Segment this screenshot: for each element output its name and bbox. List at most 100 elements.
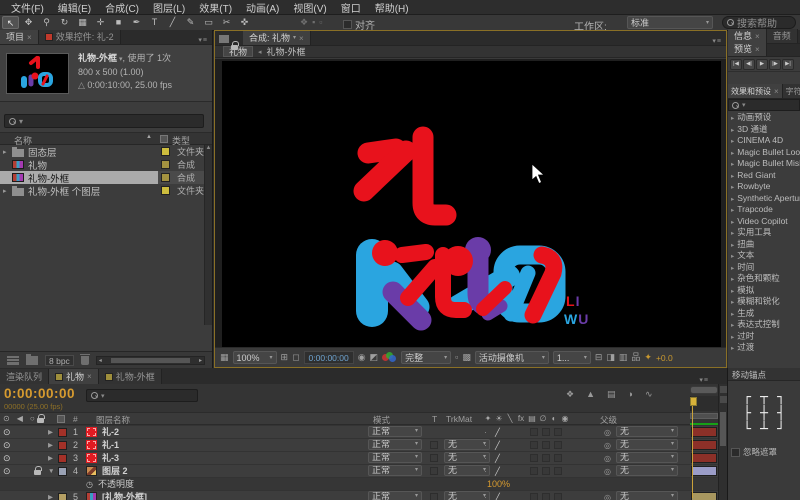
label-color-chip[interactable] — [58, 454, 67, 463]
project-scrollbar[interactable]: ▲ — [204, 145, 212, 325]
label-color-chip[interactable] — [161, 147, 170, 156]
project-column-header[interactable]: 名称 ▲ 类型 — [0, 132, 212, 146]
camera-tool[interactable]: ▦ — [74, 16, 91, 29]
switch-cell[interactable] — [542, 493, 550, 500]
layer-row[interactable]: ⊙ ▶ 3 礼-3 正常 ▾ 无 ▾ · ╱ ◎ 无 ▾ — [0, 452, 718, 465]
expand-arrow[interactable]: ▼ — [48, 465, 54, 478]
pen-tool[interactable]: ✒ — [128, 16, 145, 29]
rotation-tool[interactable]: ↻ — [56, 16, 73, 29]
parent-pickwhip-icon[interactable]: ◎ — [604, 465, 611, 478]
anchor-position-button[interactable]: ┴ — [756, 422, 773, 438]
grid-options-button[interactable]: ⊞ — [281, 351, 289, 364]
tab-timeline-comp1[interactable]: 礼物 × — [49, 369, 99, 384]
visibility-toggle[interactable]: ⊙ — [3, 439, 11, 452]
camera-dropdown[interactable]: 活动摄像机 ▾ — [474, 351, 549, 364]
category-item[interactable]: ▸ 时间 — [728, 262, 800, 274]
region-of-interest-button[interactable]: ▫ — [455, 351, 458, 364]
menu-item[interactable]: 合成(C) — [98, 0, 146, 15]
visibility-toggle[interactable]: ⊙ — [3, 426, 11, 439]
quality-switch[interactable]: ╱ — [495, 465, 500, 478]
label-color-chip[interactable] — [58, 493, 67, 500]
menu-item[interactable]: 动画(A) — [239, 0, 286, 15]
switch-cell[interactable] — [530, 454, 538, 462]
tab-character[interactable]: 字符 — [782, 84, 800, 98]
blend-mode-dropdown[interactable]: 正常 ▾ — [368, 439, 422, 450]
quality-switch[interactable]: ╱ — [495, 426, 500, 439]
switch-cell[interactable] — [554, 493, 562, 500]
category-item[interactable]: ▸ Rowbyte — [728, 181, 800, 193]
switch-cell[interactable] — [542, 454, 550, 462]
expand-arrow[interactable]: ▶ — [48, 426, 53, 439]
expand-arrow[interactable]: ▶ — [48, 452, 53, 465]
menu-item[interactable]: 帮助(H) — [368, 0, 416, 15]
label-color-chip[interactable] — [58, 428, 67, 437]
preserve-transparency-checkbox[interactable] — [430, 467, 438, 475]
anchor-position-button[interactable]: ┘ — [773, 422, 790, 438]
anchor-position-button[interactable]: ┬ — [756, 390, 773, 406]
text-tool[interactable]: T — [146, 16, 163, 29]
interpret-footage-icon[interactable] — [7, 355, 19, 365]
menu-item[interactable]: 效果(T) — [192, 0, 239, 15]
composition-viewport[interactable]: LI WU — [215, 59, 726, 348]
panel-menu-icon[interactable]: ▾≡ — [194, 36, 212, 44]
tab-preview[interactable]: 预览 × — [728, 42, 767, 56]
playhead-marker[interactable] — [690, 397, 697, 406]
zoom-tool[interactable]: ⚲ — [38, 16, 55, 29]
parent-pickwhip-icon[interactable]: ◎ — [604, 426, 611, 439]
category-item[interactable]: ▸ 过时 — [728, 331, 800, 343]
anchor-position-button[interactable]: ┤ — [773, 406, 790, 422]
tab-composition-viewer[interactable]: 合成: 礼物 ▾ × — [243, 31, 311, 45]
layer-name[interactable]: 礼-2 — [102, 426, 119, 439]
stopwatch-icon[interactable]: ◷ — [86, 478, 93, 491]
pan-behind-tool[interactable]: ✛ — [92, 16, 109, 29]
first-frame-button[interactable]: |◀ — [730, 58, 742, 70]
category-item[interactable]: ▸ Trapcode — [728, 204, 800, 216]
layer-row[interactable]: ▶ 5 [礼物-外框] 正常 ▾ 无 ▾ · ╱ ◎ 无 ▾ — [0, 491, 718, 500]
parent-dropdown[interactable]: 无 ▾ — [616, 465, 678, 476]
help-search-input[interactable]: 搜索帮助 — [722, 16, 796, 30]
project-hscrollbar[interactable]: ◂ ▸ — [95, 355, 205, 365]
timeline-button[interactable]: ▥ — [619, 351, 628, 364]
blend-mode-dropdown[interactable]: 正常 ▾ — [368, 491, 422, 500]
blend-mode-dropdown[interactable]: 正常 ▾ — [368, 426, 422, 437]
hand-tool[interactable]: ✥ — [20, 16, 37, 29]
anchor-position-button[interactable]: ┼ — [756, 406, 773, 422]
blend-mode-dropdown[interactable]: 正常 ▾ — [368, 465, 422, 476]
resolution-dropdown[interactable]: 完整 ▾ — [401, 351, 452, 364]
quality-switch[interactable]: ╱ — [495, 439, 500, 452]
property-value[interactable]: 100% — [487, 478, 510, 491]
footage-name[interactable]: 礼物-外框 — [78, 53, 117, 63]
switch-cell[interactable] — [542, 467, 550, 475]
switch-cell[interactable] — [542, 428, 550, 436]
switch-cell[interactable] — [554, 454, 562, 462]
show-snapshot-button[interactable]: ◩ — [370, 351, 379, 364]
switch-cell[interactable] — [530, 467, 538, 475]
eraser-tool[interactable]: ▭ — [200, 16, 217, 29]
parent-dropdown[interactable]: 无 ▾ — [616, 452, 678, 463]
panel-menu-icon[interactable]: ▾≡ — [695, 376, 713, 384]
layer-name[interactable]: 图层 2 — [102, 465, 128, 478]
layer-name[interactable]: 礼-1 — [102, 439, 119, 452]
menu-item[interactable]: 文件(F) — [4, 0, 51, 15]
exposure-value[interactable]: +0.0 — [656, 353, 673, 363]
trash-icon[interactable] — [79, 353, 90, 365]
category-item[interactable]: ▸ CINEMA 4D — [728, 135, 800, 147]
next-frame-button[interactable]: |▶ — [769, 58, 781, 70]
item-name[interactable]: 固态层 — [28, 145, 57, 159]
playhead-line[interactable] — [692, 406, 693, 498]
menu-item[interactable]: 视图(V) — [286, 0, 333, 15]
timeline-search-input[interactable]: ▾ — [86, 389, 198, 402]
selection-tool[interactable]: ↖ — [2, 16, 19, 29]
current-time-button[interactable]: 0:00:00:00 — [303, 351, 354, 364]
ignore-masks-checkbox[interactable] — [731, 447, 740, 457]
project-item-row[interactable]: 礼物-外框 合成 — [0, 171, 204, 184]
category-item[interactable]: ▸ Synthetic Aperture — [728, 193, 800, 205]
layer-name[interactable]: 礼-3 — [102, 452, 119, 465]
parent-dropdown[interactable]: 无 ▾ — [616, 439, 678, 450]
tab-timeline-comp2[interactable]: 礼物-外框 — [98, 369, 162, 384]
anchor-position-button[interactable]: ┐ — [773, 390, 790, 406]
layer-duration-bar[interactable] — [691, 427, 717, 437]
previous-frame-button[interactable]: ◀| — [743, 58, 755, 70]
lock-icon[interactable] — [34, 466, 42, 475]
switch-cell[interactable] — [554, 441, 562, 449]
